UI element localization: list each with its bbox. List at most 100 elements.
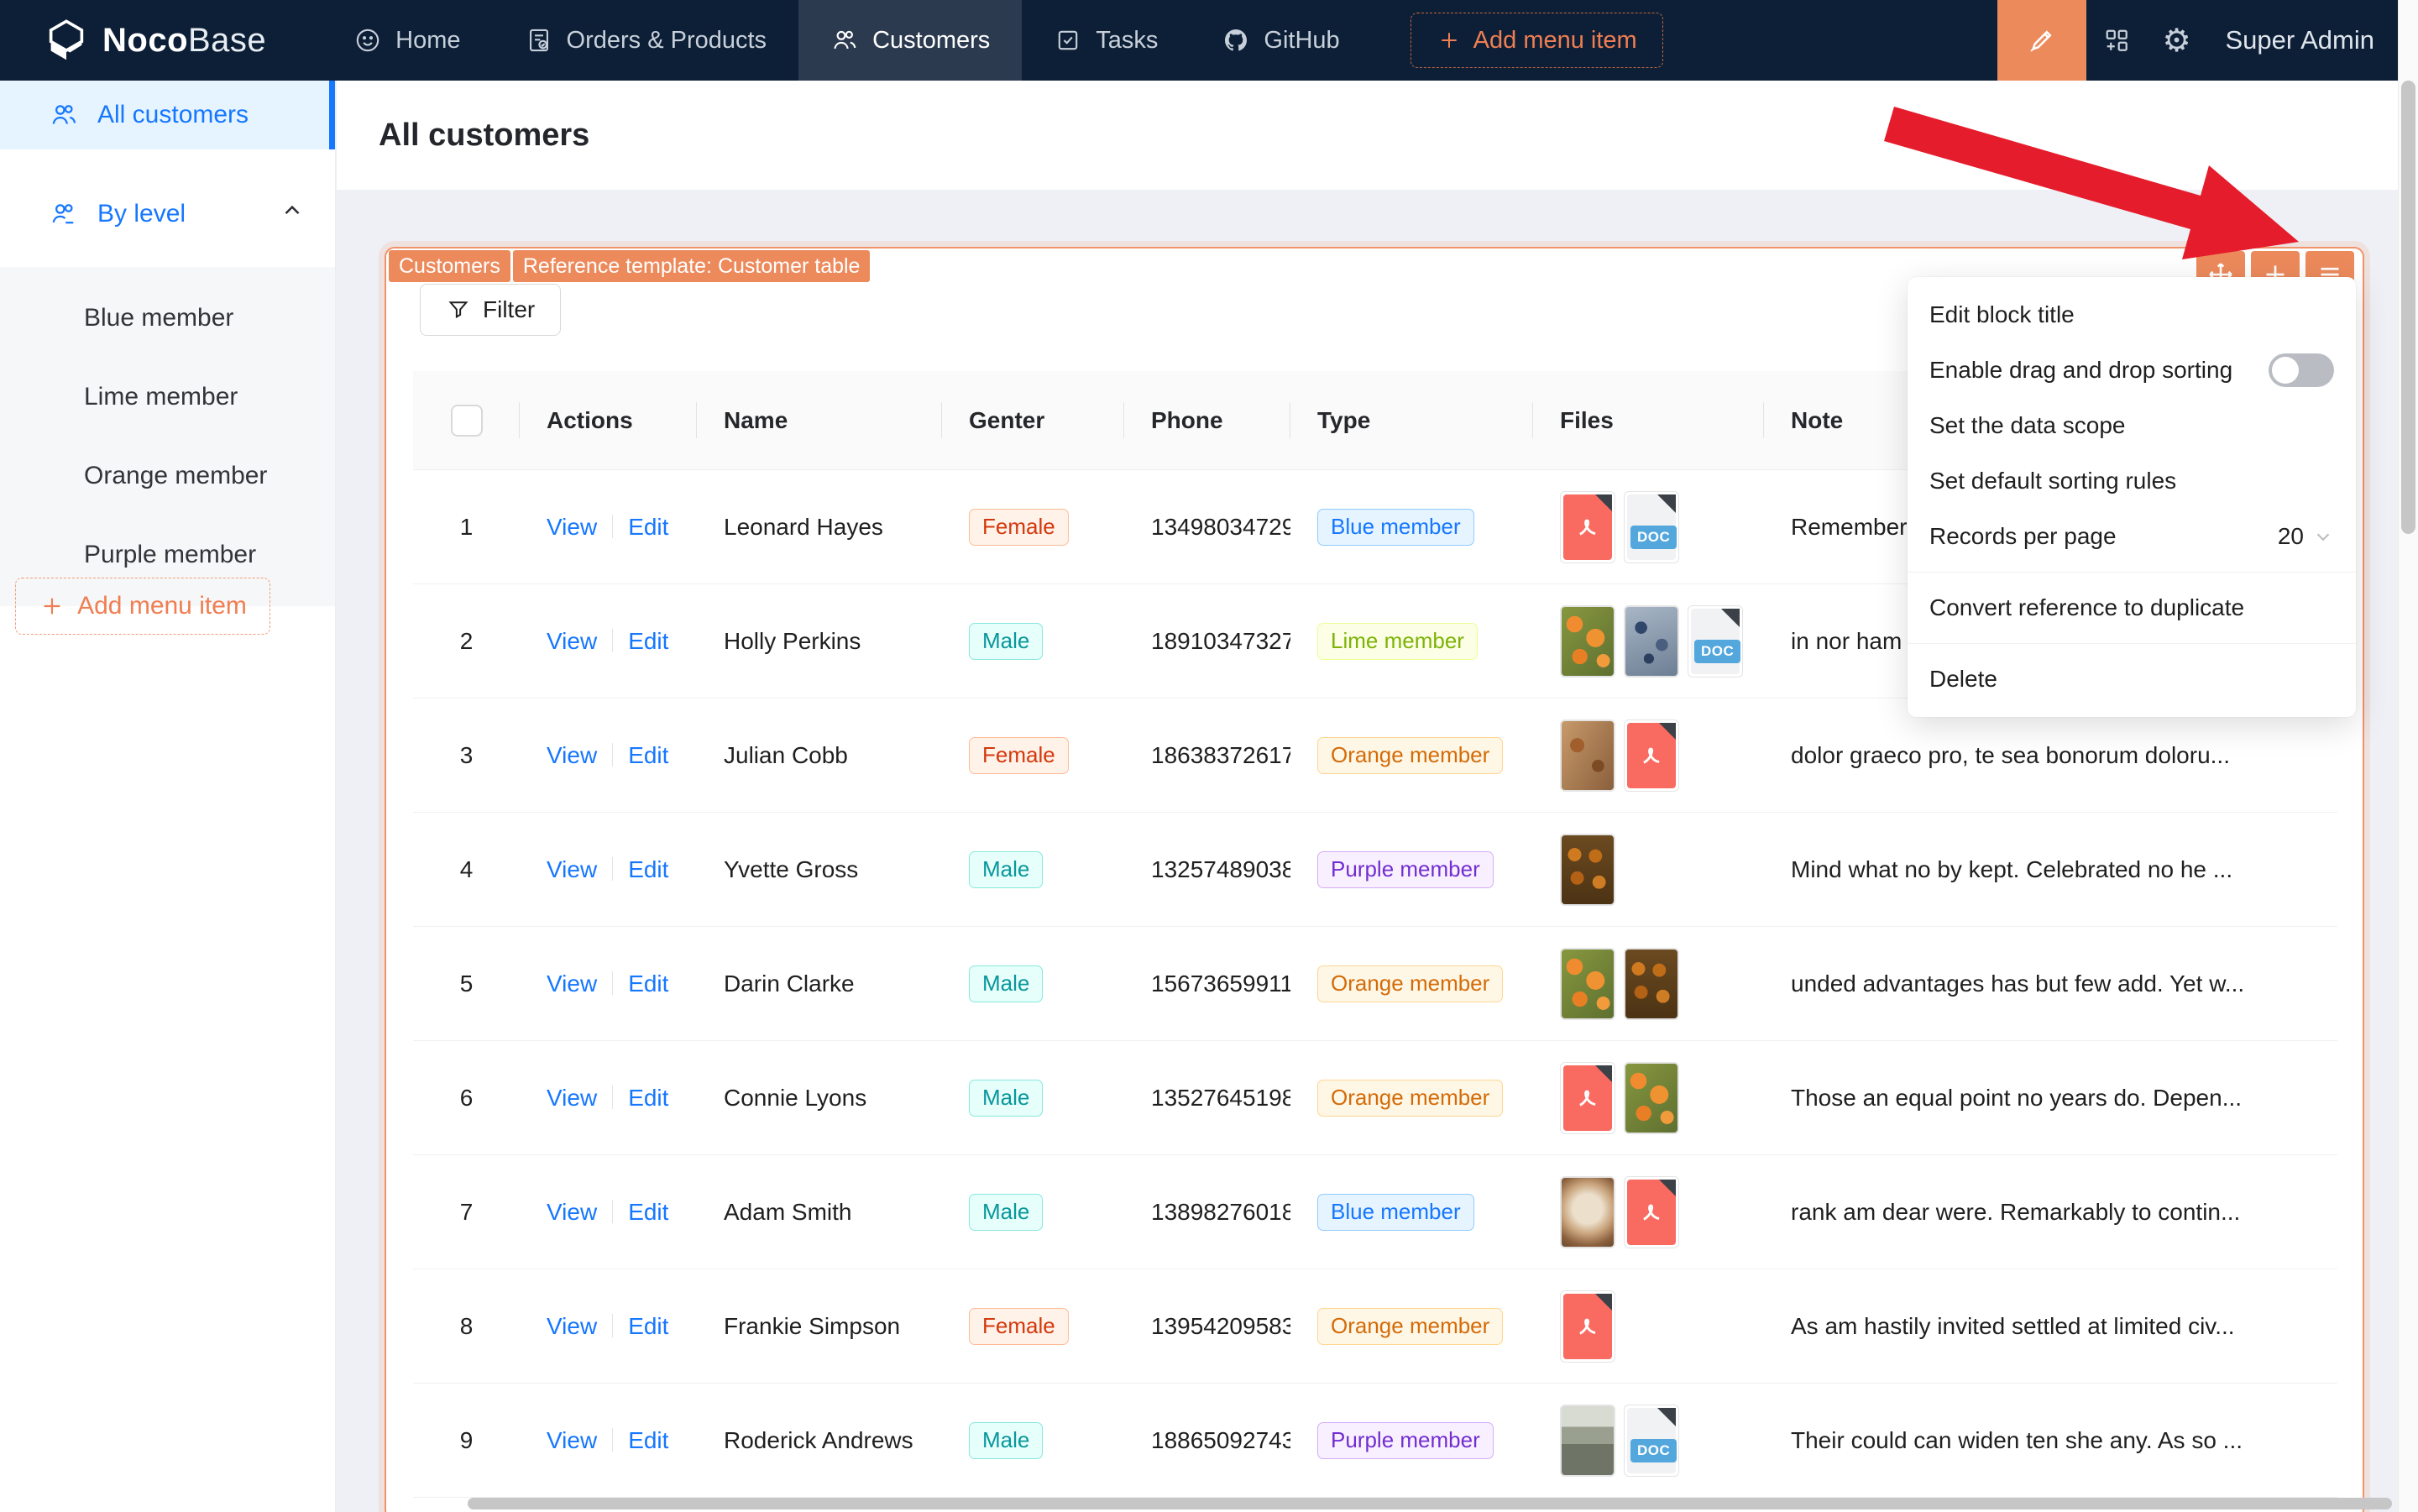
filter-button[interactable]: Filter <box>420 284 562 336</box>
menu-item-edit-block-title[interactable]: Edit block title <box>1908 287 2356 343</box>
plugin-manager-button[interactable] <box>2086 0 2147 81</box>
note-text: As am hastily invited settled at limited… <box>1791 1312 2235 1339</box>
doc-file-icon[interactable]: DOC <box>1624 490 1679 563</box>
pdf-file-icon[interactable] <box>1624 719 1679 792</box>
app-screen: NocoBase Home Orders & Products Customer… <box>0 0 2418 1512</box>
image-thumbnail[interactable] <box>1560 604 1615 678</box>
customer-name: Adam Smith <box>724 1198 852 1225</box>
menu-item-set-sorting-rules[interactable]: Set default sorting rules <box>1908 453 2356 509</box>
edit-link[interactable]: Edit <box>628 514 668 540</box>
phone-number: 18865092743 <box>1151 1426 1290 1453</box>
customer-name: Leonard Hayes <box>724 513 883 540</box>
view-link[interactable]: View <box>547 1313 597 1339</box>
image-thumbnail[interactable] <box>1560 1175 1615 1248</box>
edit-link[interactable]: Edit <box>628 742 668 768</box>
phone-number: 18638372617 <box>1151 741 1290 768</box>
drag-sorting-toggle[interactable] <box>2269 353 2334 387</box>
horizontal-scrollbar-thumb[interactable] <box>468 1498 2392 1509</box>
sidebar-add-menu-item-button[interactable]: Add menu item <box>15 578 270 635</box>
select-all-checkbox[interactable] <box>450 404 483 437</box>
customer-name: Connie Lyons <box>724 1084 867 1111</box>
header-files: Files <box>1533 371 1764 469</box>
edit-link[interactable]: Edit <box>628 1313 668 1339</box>
image-thumbnail[interactable] <box>1624 947 1679 1020</box>
menu-divider <box>1908 572 2356 573</box>
pdf-file-icon[interactable] <box>1560 490 1615 563</box>
image-thumbnail[interactable] <box>1560 833 1615 906</box>
view-link[interactable]: View <box>547 742 597 768</box>
tasks-checkbox-icon <box>1059 30 1078 50</box>
view-link[interactable]: View <box>547 1199 597 1225</box>
customer-name: Frankie Simpson <box>724 1312 901 1339</box>
image-thumbnail[interactable] <box>1560 947 1615 1020</box>
header-actions: Actions <box>520 371 697 469</box>
view-link[interactable]: View <box>547 971 597 997</box>
settings-button[interactable]: ⚙ <box>2147 0 2207 81</box>
gender-tag: Male <box>969 850 1044 888</box>
sidebar-item-lime-member[interactable]: Lime member <box>0 358 335 437</box>
edit-link[interactable]: Edit <box>628 1199 668 1225</box>
customer-name: Yvette Gross <box>724 855 859 882</box>
menu-item-enable-drag-sorting[interactable]: Enable drag and drop sorting <box>1908 343 2356 398</box>
nav-item-tasks[interactable]: Tasks <box>1022 0 1190 81</box>
sidebar-item-by-level[interactable]: By level <box>0 180 335 249</box>
image-thumbnail[interactable] <box>1560 1404 1615 1477</box>
edit-link[interactable]: Edit <box>628 971 668 997</box>
nav-item-customers[interactable]: Customers <box>798 0 1023 81</box>
view-link[interactable]: View <box>547 1085 597 1111</box>
navbar-right-cluster: ⚙ Super Admin <box>1997 0 2399 81</box>
nav-item-orders-products[interactable]: Orders & Products <box>493 0 799 81</box>
menu-item-records-per-page[interactable]: Records per page 20 <box>1908 509 2356 564</box>
page-header: All customers <box>337 81 2398 190</box>
ui-editor-button[interactable] <box>1997 0 2086 81</box>
image-thumbnail[interactable] <box>1624 1061 1679 1134</box>
gender-tag: Female <box>969 1307 1069 1345</box>
row-index: 3 <box>459 741 474 768</box>
image-thumbnail[interactable] <box>1560 719 1615 792</box>
gender-tag: Male <box>969 622 1044 660</box>
header-phone: Phone <box>1124 371 1290 469</box>
menu-item-convert-reference[interactable]: Convert reference to duplicate <box>1908 580 2356 636</box>
sidebar-item-all-customers[interactable]: All customers <box>0 81 335 149</box>
doc-file-icon[interactable]: DOC <box>1688 604 1743 678</box>
pdf-file-icon[interactable] <box>1560 1290 1615 1363</box>
menu-item-delete-block[interactable]: Delete <box>1908 651 2356 707</box>
gender-tag: Male <box>969 1079 1044 1117</box>
nav-item-github[interactable]: GitHub <box>1190 0 1371 81</box>
view-link[interactable]: View <box>547 856 597 882</box>
collection-tag: Customers <box>389 250 510 282</box>
nocobase-logo[interactable]: NocoBase <box>0 16 266 65</box>
nav-item-home[interactable]: Home <box>322 0 492 81</box>
view-link[interactable]: View <box>547 514 597 540</box>
divider <box>612 1427 614 1452</box>
edit-link[interactable]: Edit <box>628 1085 668 1111</box>
menu-item-set-data-scope[interactable]: Set the data scope <box>1908 398 2356 453</box>
sidebar-item-orange-member[interactable]: Orange member <box>0 437 335 515</box>
sidebar-item-blue-member[interactable]: Blue member <box>0 279 335 358</box>
note-text: unded advantages has but few add. Yet w.… <box>1791 970 2245 997</box>
row-index: 1 <box>459 513 474 540</box>
edit-link[interactable]: Edit <box>628 1427 668 1453</box>
divider <box>612 1313 614 1337</box>
user-menu[interactable]: Super Admin <box>2207 25 2399 55</box>
doc-file-icon[interactable]: DOC <box>1624 1404 1679 1477</box>
nav-add-menu-item-button[interactable]: Add menu item <box>1410 13 1663 68</box>
image-thumbnail[interactable] <box>1624 604 1679 678</box>
nocobase-logo-icon <box>49 19 84 60</box>
pdf-file-icon[interactable] <box>1624 1175 1679 1248</box>
edit-link[interactable]: Edit <box>628 628 668 654</box>
block-settings-menu: Edit block title Enable drag and drop so… <box>1908 277 2356 717</box>
edit-link[interactable]: Edit <box>628 856 668 882</box>
phone-number: 15673659911 <box>1151 970 1290 997</box>
customer-name: Julian Cobb <box>724 741 848 768</box>
table-row: 6 View Edit Connie Lyons Male 13527645198… <box>413 1041 2337 1155</box>
view-link[interactable]: View <box>547 628 597 654</box>
vertical-scrollbar[interactable] <box>2398 0 2418 1512</box>
customer-name: Roderick Andrews <box>724 1426 913 1453</box>
phone-number: 13898276018 <box>1151 1198 1290 1225</box>
view-link[interactable]: View <box>547 1427 597 1453</box>
records-per-page-value[interactable]: 20 <box>2278 523 2304 550</box>
header-name: Name <box>697 371 942 469</box>
pdf-file-icon[interactable] <box>1560 1061 1615 1134</box>
vertical-scrollbar-thumb[interactable] <box>2401 81 2415 534</box>
